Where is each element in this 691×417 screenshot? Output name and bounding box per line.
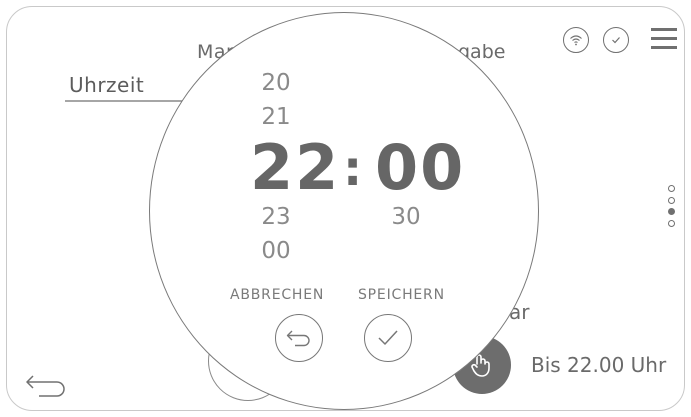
hour-option-above-2[interactable]: 20 — [246, 70, 306, 96]
device-screen: Man gabe Uhrzeit ar Bis 22.00 Uhr 20 21 … — [6, 6, 685, 411]
save-button[interactable] — [364, 314, 412, 362]
save-label: SPEICHERN — [358, 287, 445, 303]
chat-check-icon[interactable] — [603, 27, 629, 53]
time-picker-dialog: 20 21 22 : 00 23 30 00 ABBRECHEN SPEICHE… — [149, 12, 539, 410]
hour-option-above-1[interactable]: 21 — [246, 104, 306, 130]
hour-option-below-1[interactable]: 23 — [246, 204, 306, 230]
page-dot-active[interactable] — [668, 208, 675, 215]
page-dot[interactable] — [668, 219, 675, 227]
time-label: Uhrzeit — [69, 73, 145, 97]
page-dot[interactable] — [668, 196, 675, 204]
back-arrow-icon[interactable] — [25, 373, 69, 399]
until-time-text: Bis 22.00 Uhr — [531, 353, 667, 377]
undo-arrow-icon — [286, 330, 310, 347]
hour-option-below-2[interactable]: 00 — [246, 238, 306, 264]
checkmark-icon — [378, 330, 398, 345]
page-indicator — [668, 185, 678, 231]
minute-option-below-1[interactable]: 30 — [376, 204, 436, 230]
selected-minute[interactable]: 00 — [375, 131, 465, 204]
selected-hour[interactable]: 22 — [250, 131, 340, 204]
hamburger-menu-icon[interactable] — [651, 28, 677, 50]
time-separator: : — [343, 141, 363, 197]
page-dot[interactable] — [668, 185, 675, 192]
cancel-button[interactable] — [275, 314, 323, 362]
cancel-label: ABBRECHEN — [230, 287, 325, 303]
wifi-icon[interactable] — [563, 27, 589, 53]
